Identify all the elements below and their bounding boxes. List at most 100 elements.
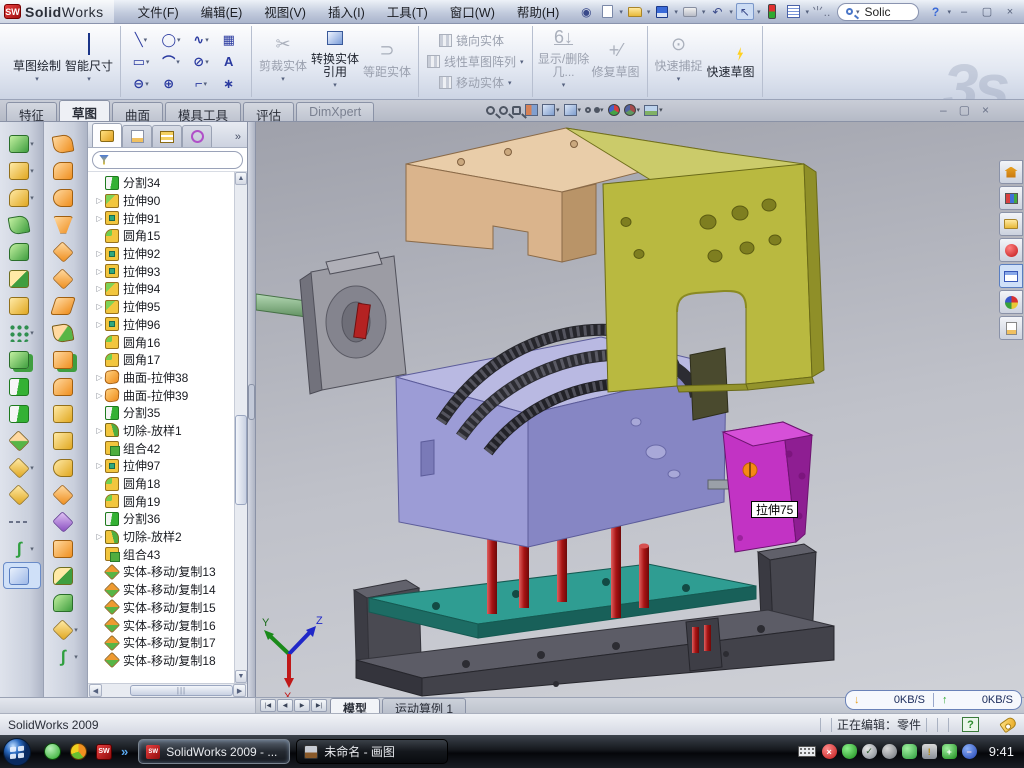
sketch-entity-button[interactable]: ⊖▾ xyxy=(126,76,156,92)
trim-entities-button[interactable]: ✂ 剪裁实体 ▾ xyxy=(257,28,309,96)
feature-tool-button[interactable]: ▾ xyxy=(3,265,41,292)
tray-icon[interactable] xyxy=(842,744,857,759)
ribbon-tab[interactable]: 特征 xyxy=(6,102,57,121)
tray-icon[interactable]: + xyxy=(942,744,957,759)
file-explorer-button[interactable] xyxy=(999,212,1023,236)
tree-item[interactable]: ▷ 曲面-拉伸38 xyxy=(94,369,234,387)
mold-assembly-model[interactable]: Y Z X xyxy=(256,122,1024,697)
display-style-button[interactable]: ▾ xyxy=(564,104,582,116)
overflow-toolbar-label[interactable]: ⺌.. xyxy=(812,3,830,20)
tree-horizontal-scrollbar[interactable]: ◀ ||| ▶ xyxy=(88,683,247,697)
ribbon-tab[interactable]: DimXpert xyxy=(296,102,374,121)
launcher-ball-icon[interactable] xyxy=(70,743,87,760)
panel-splitter[interactable] xyxy=(248,122,256,697)
tab-property-manager[interactable] xyxy=(122,125,152,147)
surface-tool-button[interactable]: ▾ xyxy=(47,184,85,211)
surface-tool-button[interactable]: ▾ xyxy=(47,508,85,535)
feature-tool-button[interactable]: ▾ xyxy=(3,508,41,535)
tree-item[interactable]: ▷ 拉伸96 xyxy=(94,316,234,334)
expand-icon[interactable]: ▷ xyxy=(94,267,105,276)
sketch-button[interactable]: 草图绘制 ▾ xyxy=(11,28,63,96)
scroll-right-icon[interactable]: ▶ xyxy=(233,684,246,697)
ribbon-tab[interactable]: 模具工具 xyxy=(165,102,241,121)
expand-icon[interactable]: ▷ xyxy=(94,284,105,293)
quick-tips-button[interactable]: ? xyxy=(962,717,979,732)
menu-item[interactable]: 帮助(H) xyxy=(507,0,569,24)
convert-entities-button[interactable]: 转换实体引用 ▾ xyxy=(309,28,361,96)
tab-nav-button[interactable]: |◀ xyxy=(260,699,276,712)
surface-tool-button[interactable]: ▾ xyxy=(47,373,85,400)
tree-item[interactable]: ▷ 拉伸95 xyxy=(94,298,234,316)
slide-insert-block[interactable] xyxy=(723,422,812,552)
tree-item[interactable]: ▷ 拉伸91 xyxy=(94,209,234,227)
surface-tool-button[interactable]: ▾ xyxy=(47,562,85,589)
tree-item[interactable]: ▷ 曲面-拉伸39 xyxy=(94,386,234,404)
minimize-button[interactable]: – xyxy=(954,4,974,20)
doc-close-button[interactable]: × xyxy=(982,103,989,117)
tree-item[interactable]: ▷ 组合42 xyxy=(94,439,234,457)
tree-item[interactable]: ▷ 拉伸93 xyxy=(94,262,234,280)
view-palette-button[interactable] xyxy=(999,264,1023,288)
smart-dimension-button[interactable]: 智能尺寸 ▾ xyxy=(63,28,115,96)
menu-item[interactable]: 视图(V) xyxy=(254,0,316,24)
custom-properties-button[interactable] xyxy=(999,316,1023,340)
document-tab[interactable]: 模型 xyxy=(330,698,380,713)
expand-icon[interactable]: ▷ xyxy=(94,249,105,258)
print-button[interactable] xyxy=(681,3,699,20)
expand-icon[interactable]: ▷ xyxy=(94,391,105,400)
tab-nav-button[interactable]: ▶| xyxy=(311,699,327,712)
feature-tool-button[interactable]: ▾ xyxy=(3,346,41,373)
splitter-handle[interactable] xyxy=(248,384,255,420)
feature-tool-button[interactable]: ▾ xyxy=(3,427,41,454)
surface-tool-button[interactable]: ▾ xyxy=(47,292,85,319)
surface-tool-button[interactable]: ▾ xyxy=(47,481,85,508)
tab-feature-tree[interactable] xyxy=(92,123,122,147)
tree-item[interactable]: ▷ 拉伸92 xyxy=(94,245,234,263)
sketch-entity-button[interactable]: ⌒▾ xyxy=(156,52,186,71)
tree-item[interactable]: ▷ 圆角15 xyxy=(94,227,234,245)
tree-item[interactable]: ▷ 圆角17 xyxy=(94,351,234,369)
surface-tool-button[interactable]: ▾ xyxy=(47,589,85,616)
surface-tool-button[interactable]: ▾ xyxy=(47,346,85,373)
search-box[interactable]: ▾ xyxy=(837,3,920,21)
sketch-entity-button[interactable]: ⊘▾ xyxy=(186,54,216,70)
save-button[interactable] xyxy=(653,3,671,20)
tree-item[interactable]: ▷ 圆角16 xyxy=(94,333,234,351)
feature-tool-button[interactable]: ▾ xyxy=(3,238,41,265)
feature-tool-button[interactable]: ▾ xyxy=(3,157,41,184)
panel-chevron-icon[interactable]: » xyxy=(235,131,245,147)
sketch-tool-button[interactable]: 移动实体▾ xyxy=(436,73,515,92)
edit-appearance-button[interactable] xyxy=(608,104,620,116)
sketch-entity-button[interactable]: ∿▾ xyxy=(186,32,216,48)
zoom-fit-button[interactable] xyxy=(486,106,495,115)
tree-filter-input[interactable] xyxy=(92,151,243,169)
clamp-unit[interactable] xyxy=(256,252,406,394)
scroll-up-icon[interactable]: ▲ xyxy=(235,172,247,185)
toolbox-button[interactable] xyxy=(999,238,1023,262)
surface-tool-button[interactable]: ▾ xyxy=(47,427,85,454)
graphics-area[interactable]: Y Z X xyxy=(256,122,1024,697)
document-tab[interactable]: 运动算例 1 xyxy=(382,698,466,713)
appearances-button[interactable] xyxy=(999,290,1023,314)
sketch-tool-button[interactable]: 镜向实体▾ xyxy=(436,31,515,50)
new-file-button[interactable] xyxy=(598,3,616,20)
horizontal-scroll-thumb[interactable]: ||| xyxy=(130,685,233,696)
ribbon-tab[interactable]: 评估 xyxy=(243,102,294,121)
vertical-scroll-thumb[interactable] xyxy=(235,415,247,505)
expand-icon[interactable]: ▷ xyxy=(94,302,105,311)
repair-sketch-button[interactable]: +⁄ 修复草图 xyxy=(590,28,642,96)
surface-tool-button[interactable]: ▾ xyxy=(47,454,85,481)
sketch-entity-button[interactable]: ▦▾ xyxy=(216,32,246,48)
tree-item[interactable]: ▷ 分割36 xyxy=(94,510,234,528)
view-orientation-button[interactable]: ▾ xyxy=(542,104,560,116)
scroll-left-icon[interactable]: ◀ xyxy=(89,684,102,697)
feature-tool-button[interactable]: ▾ xyxy=(3,211,41,238)
surface-tool-button[interactable]: ▾ xyxy=(47,616,85,643)
search-dropdown-icon[interactable]: ▾ xyxy=(856,8,860,16)
tag-icon[interactable] xyxy=(999,716,1018,734)
menu-item[interactable]: 插入(I) xyxy=(318,0,375,24)
tree-item[interactable]: ▷ 拉伸94 xyxy=(94,280,234,298)
select-button[interactable]: ↖ xyxy=(736,3,754,20)
tab-nav-button[interactable]: ◀ xyxy=(277,699,293,712)
task-button[interactable]: SWSolidWorks 2009 - ... xyxy=(138,739,290,764)
